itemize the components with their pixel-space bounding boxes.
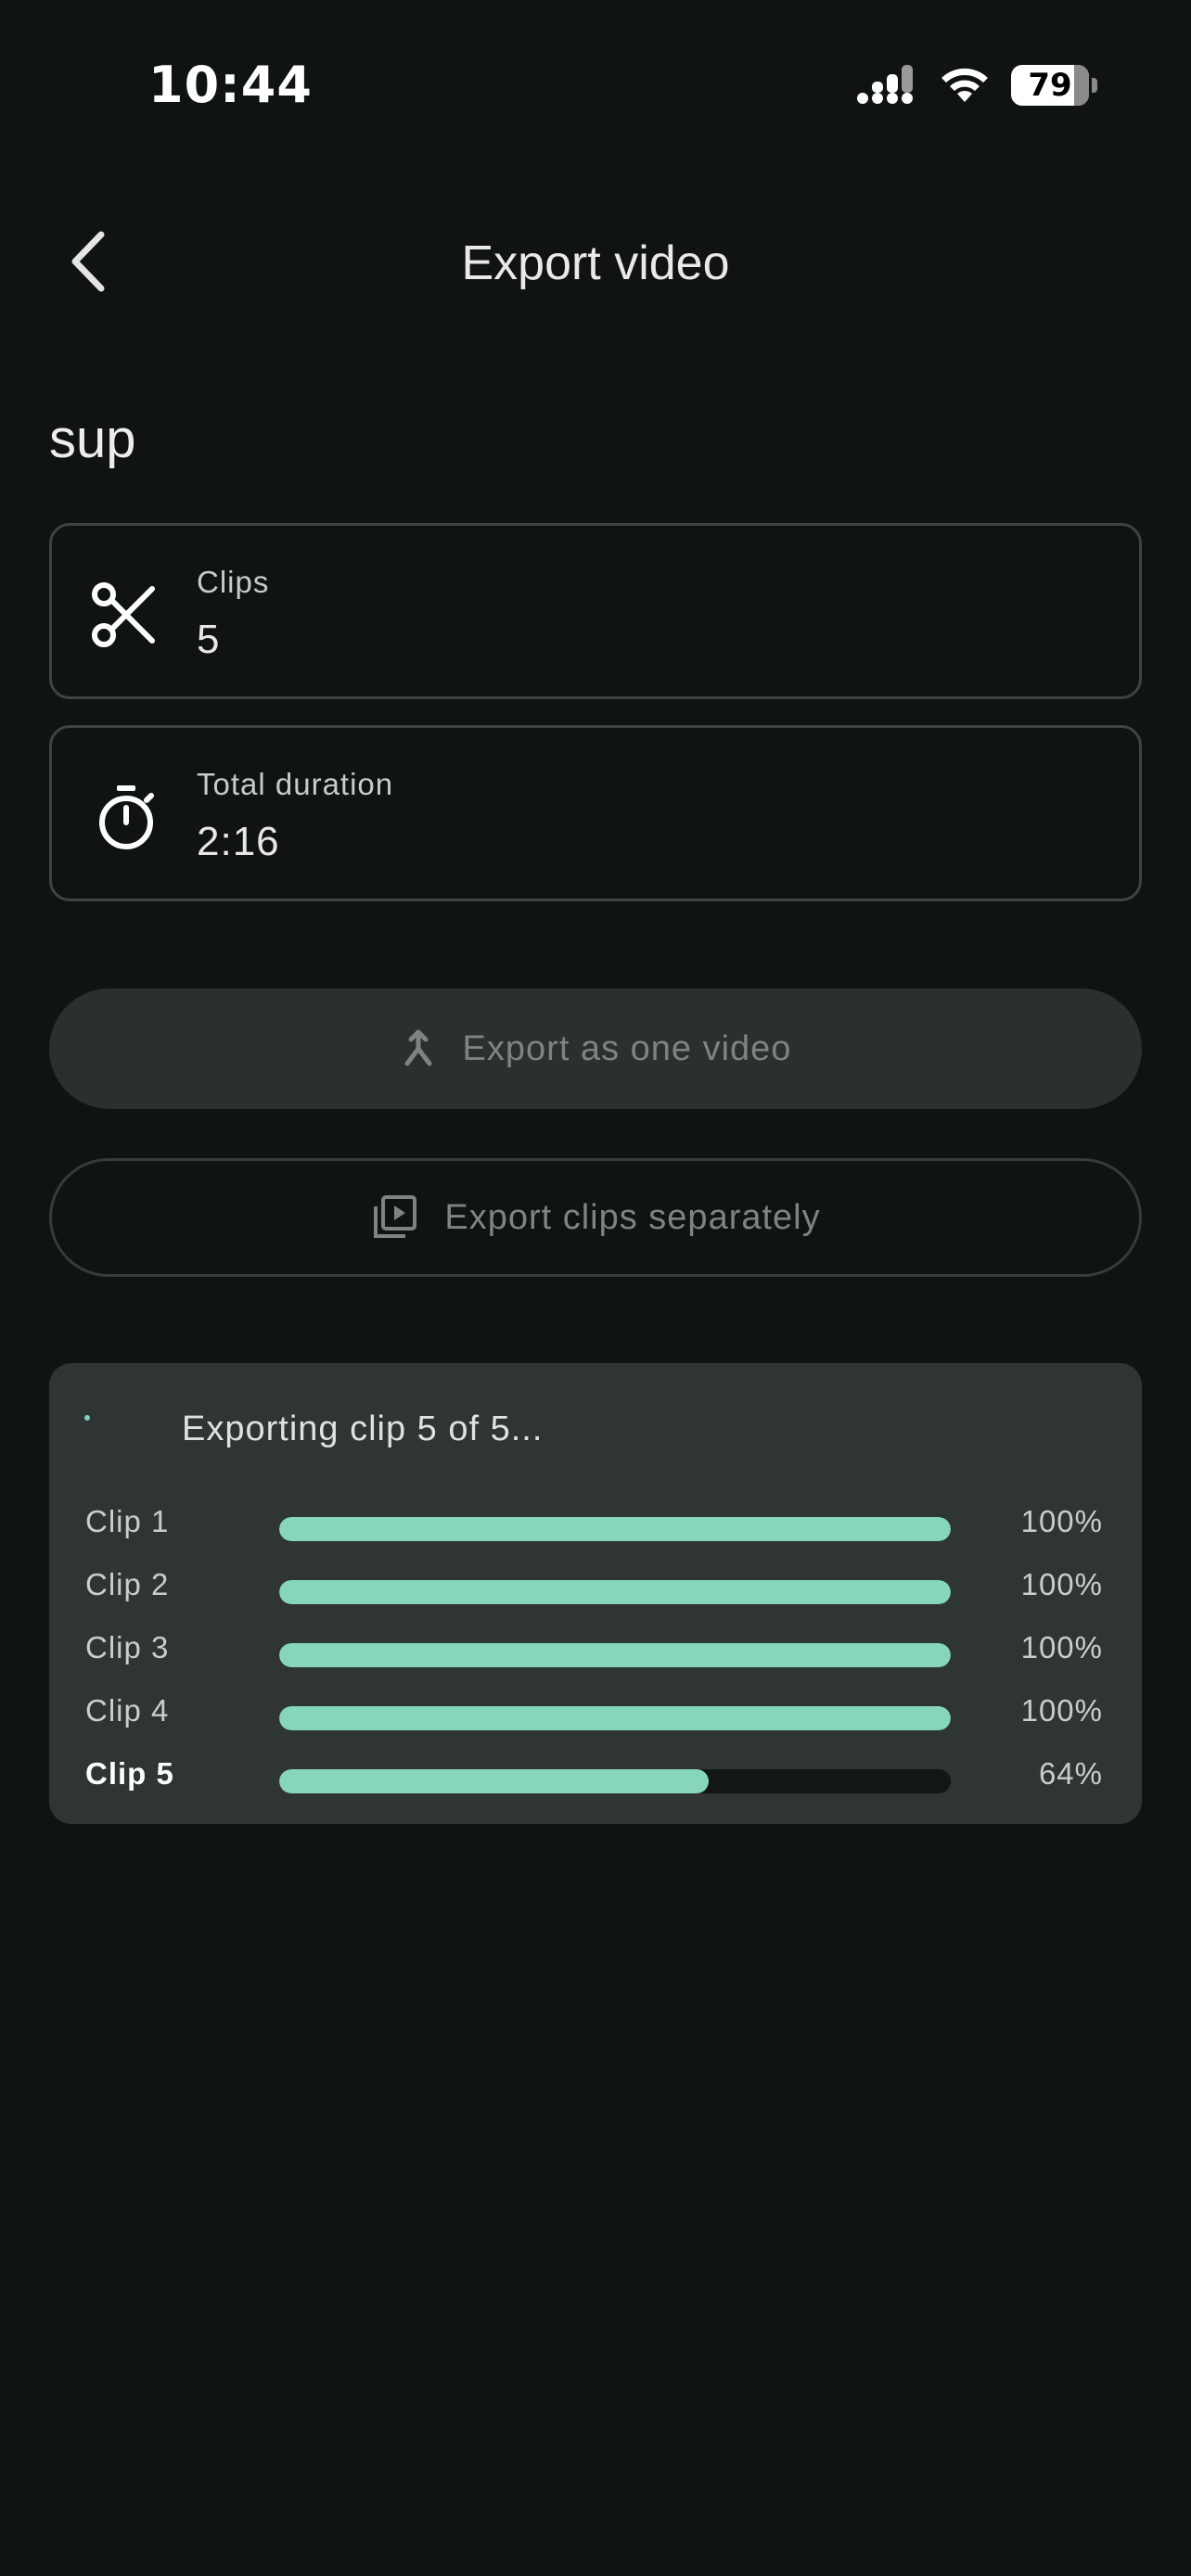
progress-bar xyxy=(279,1643,951,1667)
clip-progress-row: Clip 1 100% xyxy=(49,1495,1142,1550)
merge-icon xyxy=(404,1029,432,1066)
clip-percent: 100% xyxy=(1020,1567,1103,1601)
progress-bar xyxy=(279,1706,951,1730)
progress-bar xyxy=(279,1769,951,1793)
clip-percent: 100% xyxy=(1020,1693,1103,1728)
page-title: Export video xyxy=(461,236,730,290)
timer-icon xyxy=(99,785,154,849)
clips-card: Clips 5 xyxy=(49,523,1142,699)
progress-bar-fill xyxy=(279,1580,951,1604)
export-one-video-label: Export as one video xyxy=(462,1028,792,1068)
clip-label: Clip 3 xyxy=(85,1630,170,1664)
battery-level: 79 xyxy=(1028,67,1072,104)
progress-bar xyxy=(279,1517,951,1541)
progress-bar-fill xyxy=(279,1769,710,1793)
project-name: sup xyxy=(49,409,136,469)
cellular-signal-icon xyxy=(857,65,913,104)
clip-progress-row: Clip 4 100% xyxy=(49,1684,1142,1740)
scissors-icon xyxy=(92,582,155,647)
clip-label: Clip 5 xyxy=(85,1756,174,1791)
status-time: 10:44 xyxy=(148,56,313,114)
export-clips-separately-label: Export clips separately xyxy=(444,1197,821,1237)
clip-label: Clip 4 xyxy=(85,1693,170,1728)
progress-spinner-icon xyxy=(84,1415,90,1421)
clip-percent: 64% xyxy=(1038,1756,1103,1791)
export-progress-panel: Exporting clip 5 of 5... Clip 1 100% Cli… xyxy=(49,1363,1142,1824)
clip-percent: 100% xyxy=(1020,1504,1103,1538)
clip-progress-row: Clip 5 64% xyxy=(49,1747,1142,1803)
clip-label: Clip 1 xyxy=(85,1504,170,1538)
progress-bar-fill xyxy=(279,1706,951,1730)
progress-status-text: Exporting clip 5 of 5... xyxy=(182,1409,544,1448)
battery-icon: 79 xyxy=(1011,65,1097,106)
clip-label: Clip 2 xyxy=(85,1567,170,1601)
status-icons: 79 xyxy=(857,65,1097,106)
clips-value: 5 xyxy=(197,617,221,662)
clip-progress-row: Clip 3 100% xyxy=(49,1621,1142,1677)
wifi-icon xyxy=(941,68,988,102)
progress-bar xyxy=(279,1580,951,1604)
export-one-video-button[interactable]: Export as one video xyxy=(49,988,1142,1109)
progress-bar-fill xyxy=(279,1643,951,1667)
export-video-screen: 10:44 79 Export video sup Clips 5 Total … xyxy=(0,0,1191,2576)
clip-percent: 100% xyxy=(1020,1630,1103,1664)
duration-label: Total duration xyxy=(197,767,394,801)
video-library-icon xyxy=(374,1195,417,1238)
export-clips-separately-button[interactable]: Export clips separately xyxy=(49,1158,1142,1277)
duration-card: Total duration 2:16 xyxy=(49,725,1142,901)
clips-label: Clips xyxy=(197,565,270,599)
clip-progress-row: Clip 2 100% xyxy=(49,1558,1142,1613)
progress-bar-fill xyxy=(279,1517,951,1541)
duration-value: 2:16 xyxy=(197,819,280,864)
